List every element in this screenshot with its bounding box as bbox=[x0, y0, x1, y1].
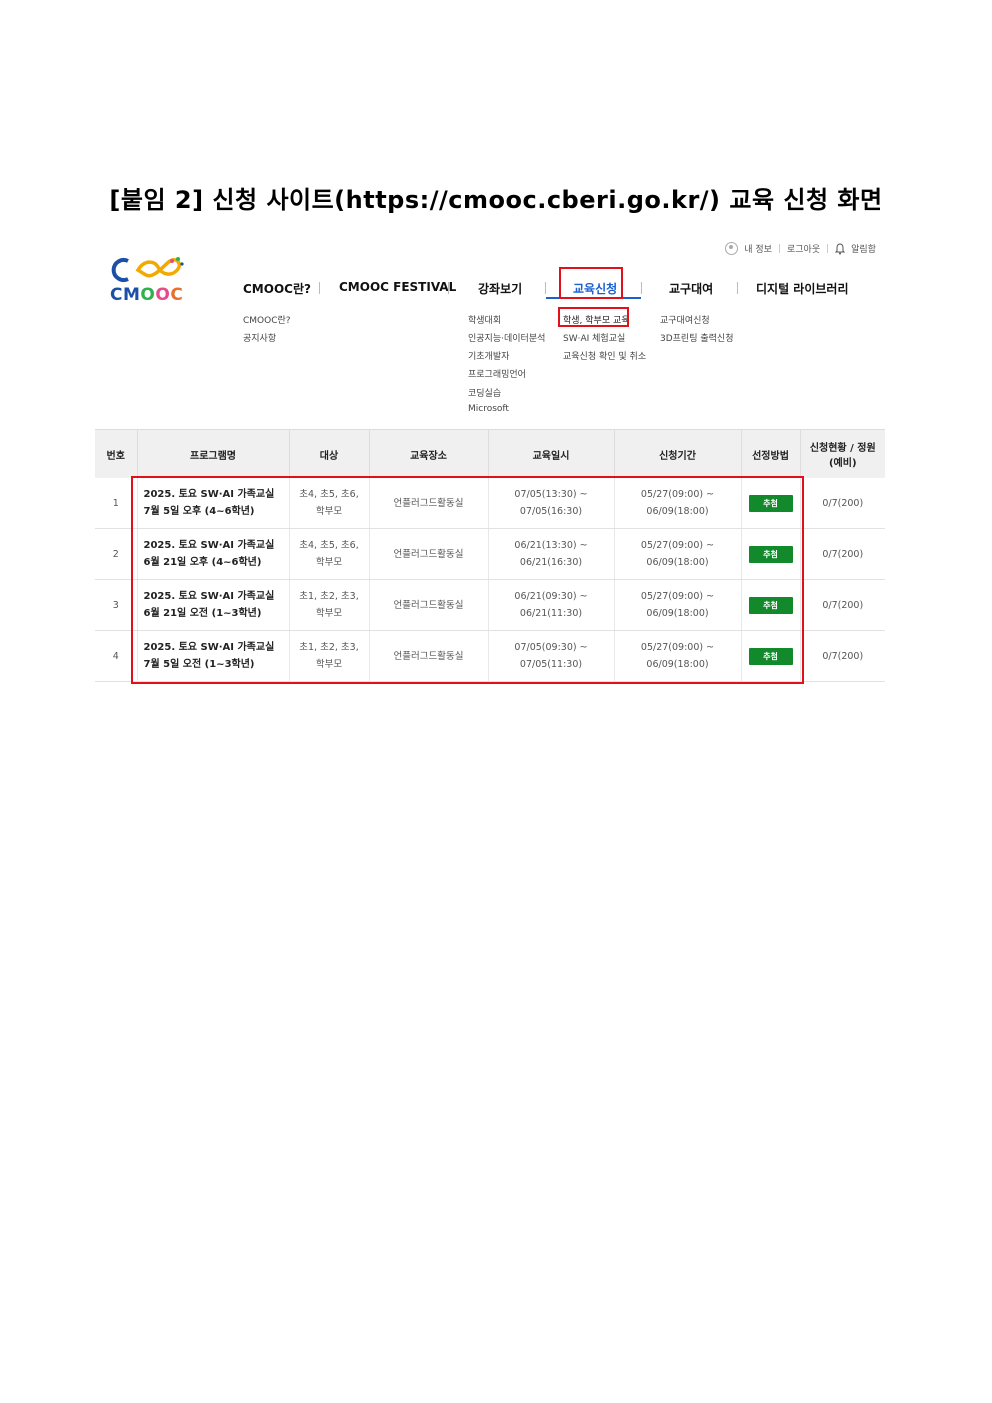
submenu-ai-data[interactable]: 인공지능·데이터분석 bbox=[468, 331, 545, 344]
nav-divider bbox=[641, 282, 642, 294]
nav-divider bbox=[319, 282, 320, 294]
nav-divider bbox=[448, 282, 449, 294]
nav-equipment-rental[interactable]: 교구대여 bbox=[669, 280, 713, 297]
header-target: 대상 bbox=[289, 429, 370, 478]
table-header-row: 번호 프로그램명 대상 교육장소 교육일시 신청기간 선정방법 신청현황 / 정… bbox=[95, 429, 885, 478]
submenu-apply-check[interactable]: 교육신청 확인 및 취소 bbox=[563, 349, 646, 362]
logo-wordmark: CMOOC bbox=[110, 285, 184, 305]
header-date: 교육일시 bbox=[488, 429, 615, 478]
header-place: 교육장소 bbox=[369, 429, 489, 478]
header-period: 신청기간 bbox=[614, 429, 742, 478]
submenu-cmooc-intro[interactable]: CMOOC란? bbox=[243, 313, 291, 326]
header-method: 선정방법 bbox=[741, 429, 801, 478]
header-program: 프로그램명 bbox=[137, 429, 290, 478]
submenu-student-contest[interactable]: 학생대회 bbox=[468, 313, 501, 326]
cell-status: 0/7(200) bbox=[800, 478, 885, 529]
submenu-swai-class[interactable]: SW·AI 체험교실 bbox=[563, 331, 625, 344]
document-title: [붙임 2] 신청 사이트(https://cmooc.cberi.go.kr/… bbox=[109, 186, 883, 214]
nav-digital-library[interactable]: 디지털 라이브러리 bbox=[756, 280, 849, 297]
user-icon bbox=[725, 242, 739, 255]
bell-icon bbox=[834, 243, 846, 255]
nav-divider bbox=[737, 282, 738, 294]
header-no: 번호 bbox=[95, 429, 138, 478]
submenu-3d-print[interactable]: 3D프린팅 출력신청 bbox=[660, 331, 733, 344]
cell-status: 0/7(200) bbox=[800, 630, 885, 682]
alarm-link[interactable]: 알림함 bbox=[851, 242, 876, 255]
infinity-logo-icon bbox=[111, 257, 184, 282]
highlight-box-nav bbox=[559, 267, 623, 299]
cell-status: 0/7(200) bbox=[800, 528, 885, 580]
nav-cmooc-festival[interactable]: CMOOC FESTIVAL bbox=[339, 280, 456, 294]
submenu-microsoft[interactable]: Microsoft bbox=[468, 404, 509, 414]
highlight-box-submenu bbox=[558, 307, 629, 327]
submenu-equipment-apply[interactable]: 교구대여신청 bbox=[660, 313, 710, 326]
submenu-coding-practice[interactable]: 코딩실습 bbox=[468, 386, 501, 399]
highlight-box-table bbox=[131, 476, 804, 684]
cell-status: 0/7(200) bbox=[800, 579, 885, 631]
submenu-programming-lang[interactable]: 프로그래밍언어 bbox=[468, 367, 526, 380]
logout-link[interactable]: 로그아웃 bbox=[787, 242, 820, 255]
utility-bar: 내 정보 | 로그아웃 | 알림함 bbox=[725, 242, 876, 255]
submenu-notice[interactable]: 공지사항 bbox=[243, 331, 276, 344]
my-info-link[interactable]: 내 정보 bbox=[744, 242, 772, 255]
header-status: 신청현황 / 정원(예비) bbox=[800, 429, 885, 478]
nav-divider bbox=[545, 282, 546, 294]
nav-courses[interactable]: 강좌보기 bbox=[478, 280, 522, 297]
submenu-basic-dev[interactable]: 기초개발자 bbox=[468, 349, 509, 362]
nav-cmooc-intro[interactable]: CMOOC란? bbox=[243, 280, 311, 297]
cmooc-logo[interactable]: CMOOC bbox=[110, 255, 190, 305]
